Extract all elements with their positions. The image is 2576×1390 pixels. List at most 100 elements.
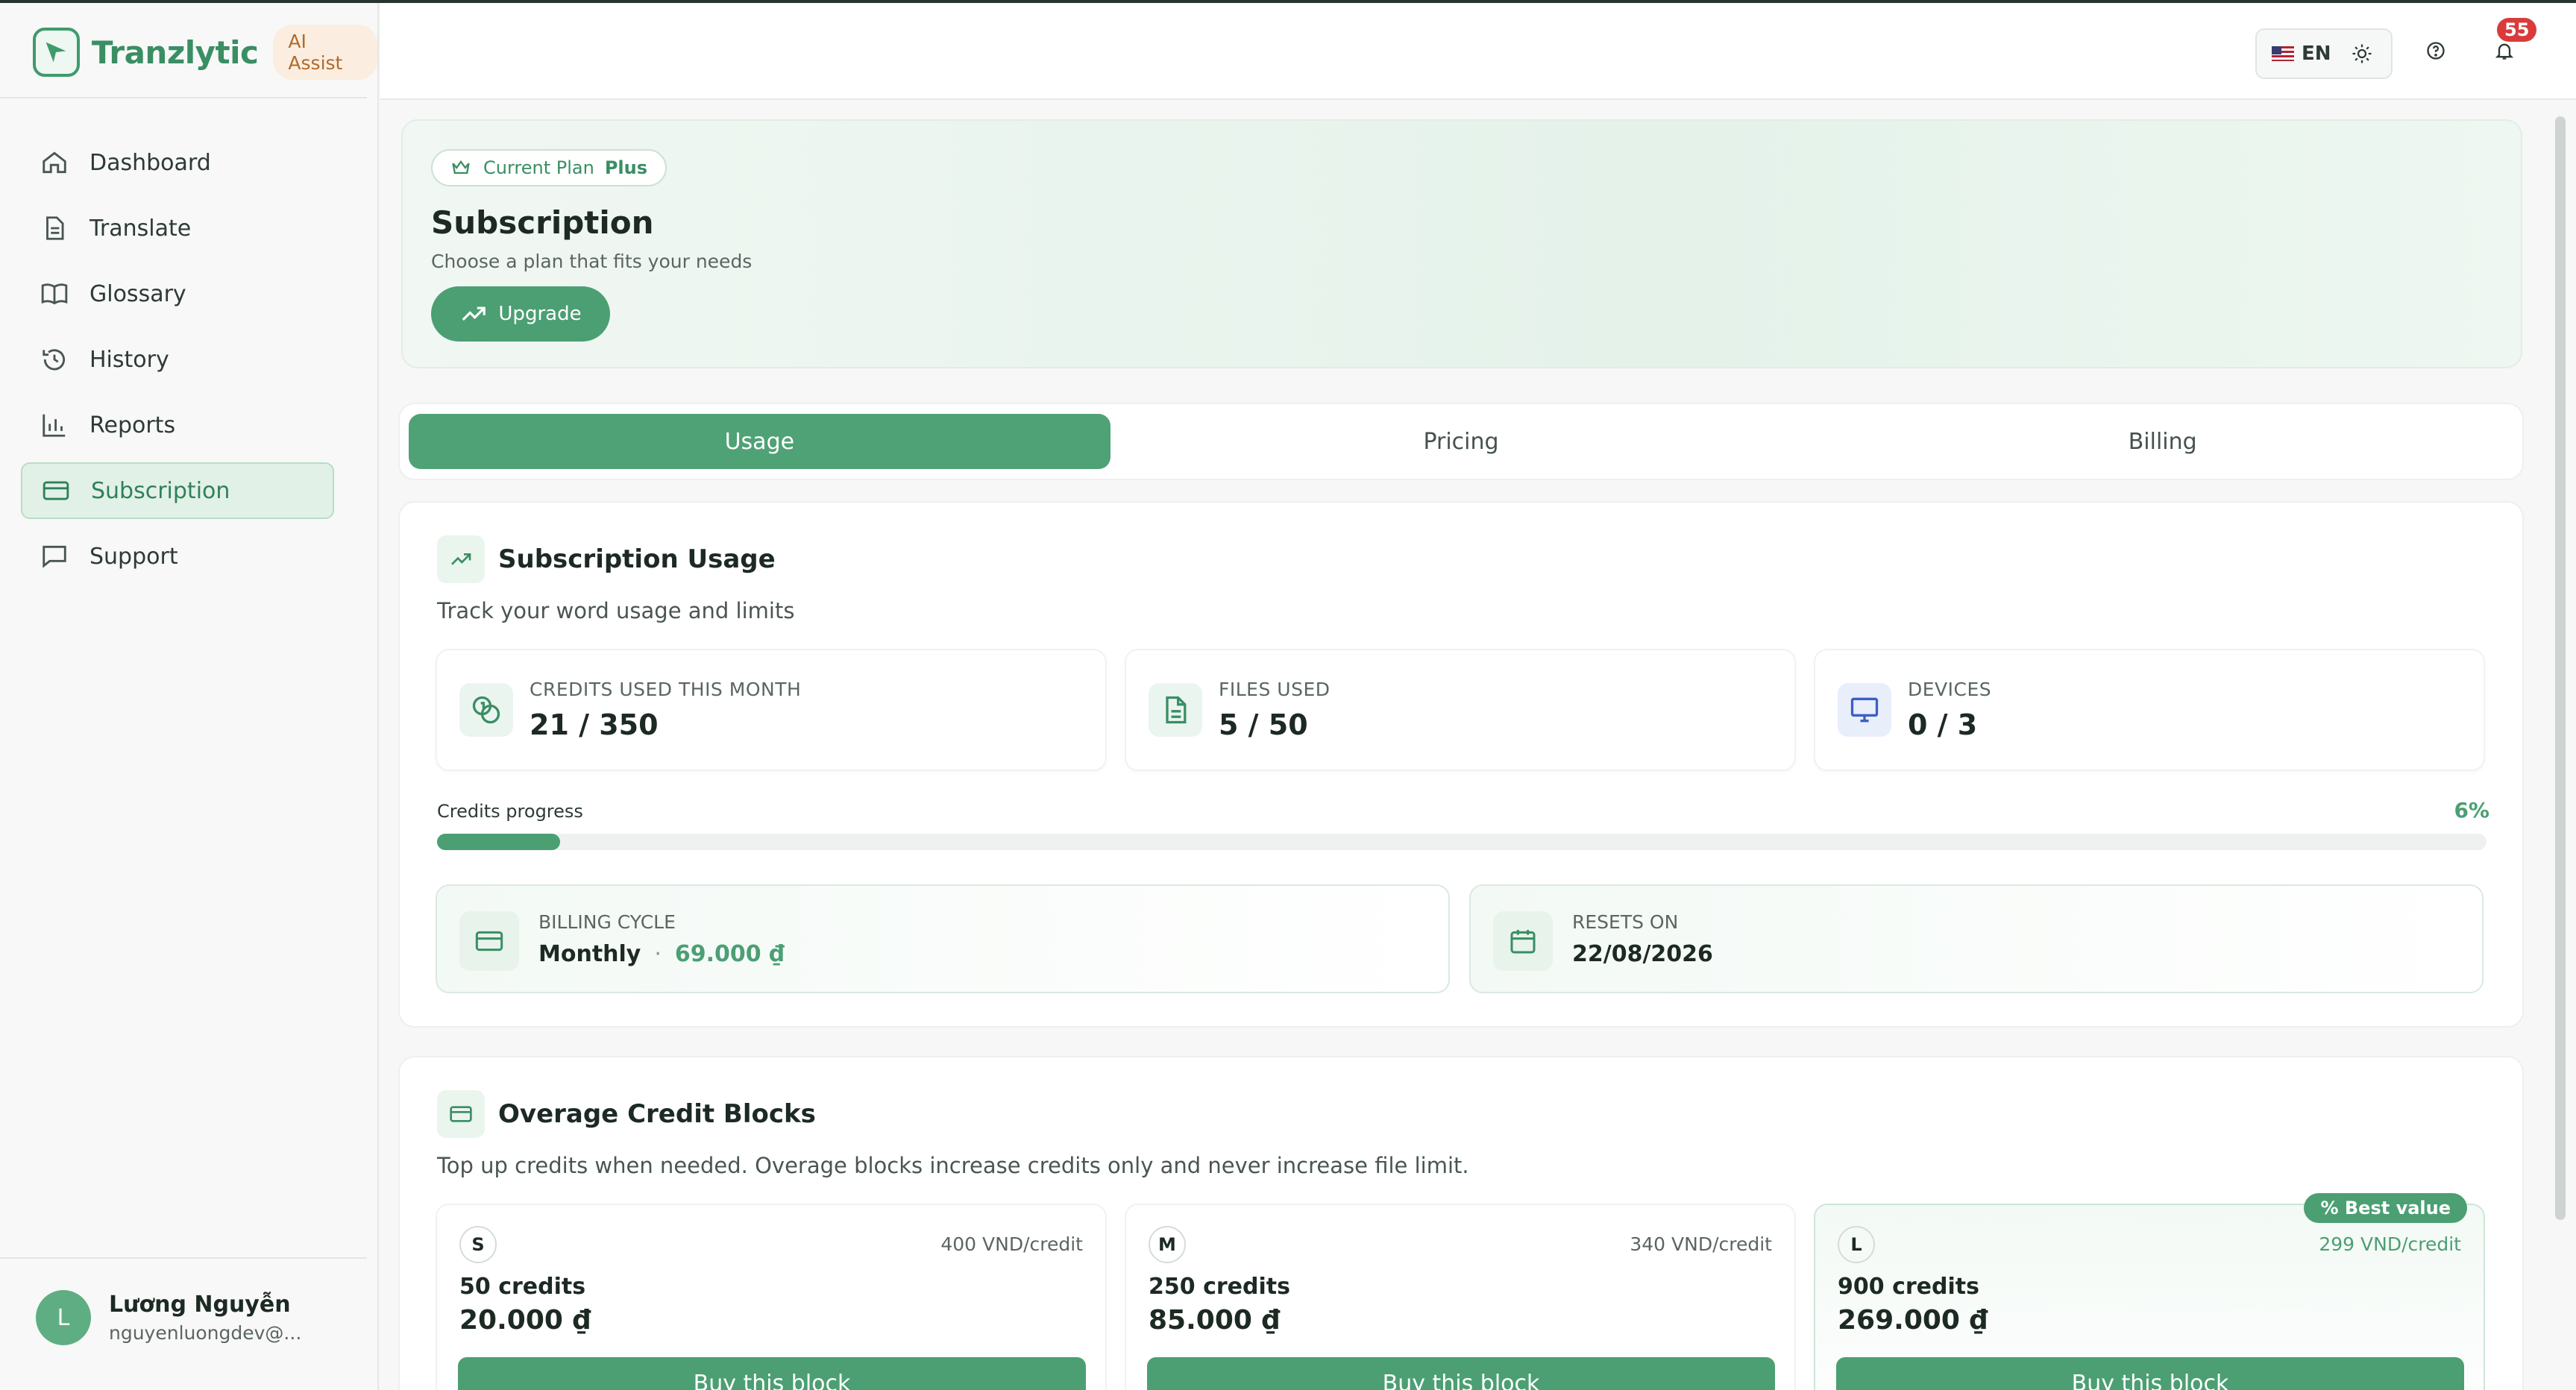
ai-assist-badge: AI Assist [273,25,377,80]
progress-label: Credits progress [437,801,583,822]
sidebar-item-dashboard[interactable]: Dashboard [21,134,334,191]
sidebar-item-label: Reports [89,412,176,438]
history-icon [43,349,66,371]
separator-dot: · [654,941,662,967]
subscription-tabs: Usage Pricing Billing [398,403,2524,480]
block-rate: 299 VND/credit [2319,1233,2461,1255]
document-icon [46,216,64,240]
section-header: Subscription Usage [437,535,776,583]
block-rate: 340 VND/credit [1630,1233,1772,1255]
stat-label: FILES USED [1219,679,1331,700]
user-name: Lương Nguyễn [109,1292,291,1318]
upgrade-button[interactable]: Upgrade [431,286,610,342]
progress-percent: 6% [2454,798,2489,823]
section-title: Overage Credit Blocks [498,1099,816,1129]
credits-used-stat: CREDITS USED THIS MONTH 21 / 350 [436,649,1107,771]
sidebar-item-glossary[interactable]: Glossary [21,265,334,322]
stat-label: CREDITS USED THIS MONTH [530,679,802,700]
subscription-usage-card: Subscription Usage Track your word usage… [398,501,2524,1028]
sidebar-item-subscription[interactable]: Subscription [21,462,334,519]
block-credits: 250 credits [1149,1274,1290,1300]
buy-block-button[interactable]: Buy this block [458,1357,1086,1390]
resets-on-date: 22/08/2026 [1572,941,1713,967]
credit-card-icon [459,911,519,971]
theme-toggle[interactable] [2351,43,2373,65]
home-icon [43,151,66,174]
credit-block-m: M 340 VND/credit 250 credits 85.000 ₫ Bu… [1125,1204,1796,1390]
tab-pricing[interactable]: Pricing [1110,414,1812,469]
notification-count-badge: 55 [2497,18,2537,42]
language-switcher[interactable]: EN [2255,28,2393,79]
sidebar: Tranzlytic AI Assist Dashboard Translate… [0,3,379,1390]
block-credits: 900 credits [1838,1274,1979,1300]
calendar-icon [1493,911,1553,971]
credits-progress-bar [437,834,2487,850]
section-header: Overage Credit Blocks [437,1090,816,1138]
sidebar-item-history[interactable]: History [21,331,334,388]
billing-cycle-label: BILLING CYCLE [538,911,676,933]
help-icon [2427,42,2445,60]
scrollbar[interactable] [2555,116,2566,1220]
page-title: Subscription [431,204,654,241]
sidebar-item-support[interactable]: Support [21,528,334,585]
crown-icon [452,160,470,174]
section-subtitle: Track your word usage and limits [437,598,795,623]
plan-name: Plus [604,157,648,178]
subscription-hero: Current Plan Plus Subscription Choose a … [401,119,2522,368]
plan-label: Current Plan [483,157,594,178]
progress-fill [437,834,560,850]
help-button[interactable] [2421,36,2451,66]
sidebar-item-label: Subscription [91,477,230,504]
trending-up-icon [462,306,486,321]
current-plan-badge: Current Plan Plus [431,149,667,186]
user-email: nguyenluongdev@... [109,1322,302,1344]
files-used-stat: FILES USED 5 / 50 [1125,649,1796,771]
stat-value: 0 / 3 [1908,708,1978,741]
sidebar-nav: Dashboard Translate Glossary History Rep… [21,134,334,594]
block-price: 85.000 ₫ [1149,1305,1281,1336]
block-size: S [459,1226,497,1263]
tab-billing[interactable]: Billing [1812,414,2513,469]
buy-block-button[interactable]: Buy this block [1147,1357,1775,1390]
resets-on-label: RESETS ON [1572,911,1679,933]
block-rate: 400 VND/credit [940,1233,1083,1255]
block-size: M [1149,1226,1186,1263]
credit-block-l: % Best value L 299 VND/credit 900 credit… [1814,1193,2485,1390]
divider [0,97,367,98]
resets-on-box: RESETS ON 22/08/2026 [1469,884,2484,993]
buy-block-button[interactable]: Buy this block [1836,1357,2464,1390]
credit-block-s: S 400 VND/credit 50 credits 20.000 ₫ Buy… [436,1204,1107,1390]
sidebar-item-label: Glossary [89,280,186,307]
sidebar-item-label: Support [89,543,178,570]
best-value-badge: % Best value [2304,1193,2467,1223]
stat-label: DEVICES [1908,679,1992,700]
logo-icon [33,28,80,77]
brand-name: Tranzlytic [91,34,259,71]
file-icon [1149,683,1202,737]
language-label: EN [2302,43,2331,65]
bell-icon [2495,43,2514,60]
user-profile[interactable]: L Lương Nguyễn nguyenluongdev@... [36,1290,301,1345]
credit-card-icon [437,1090,485,1138]
sidebar-item-label: Dashboard [89,149,211,176]
sidebar-item-translate[interactable]: Translate [21,200,334,257]
block-credits: 50 credits [459,1274,586,1300]
main-content: Current Plan Plus Subscription Choose a … [380,101,2576,1390]
upgrade-label: Upgrade [498,303,582,325]
bar-chart-icon [43,414,66,437]
block-price: 269.000 ₫ [1838,1305,1988,1336]
sun-icon [2352,44,2372,63]
brand[interactable]: Tranzlytic AI Assist [33,24,377,81]
billing-cycle-box: BILLING CYCLE Monthly · 69.000 ₫ [436,884,1450,993]
sidebar-item-label: Translate [89,215,192,242]
billing-cycle-value: Monthly [538,941,641,967]
billing-price: 69.000 ₫ [674,941,785,967]
block-price: 20.000 ₫ [459,1305,591,1336]
tab-usage[interactable]: Usage [409,414,1110,469]
credit-card-icon [43,481,69,500]
overage-credit-blocks-card: Overage Credit Blocks Top up credits whe… [398,1056,2524,1390]
coins-icon [459,683,513,737]
monitor-icon [1838,683,1891,737]
sidebar-item-reports[interactable]: Reports [21,397,334,453]
section-subtitle: Top up credits when needed. Overage bloc… [437,1153,1469,1178]
